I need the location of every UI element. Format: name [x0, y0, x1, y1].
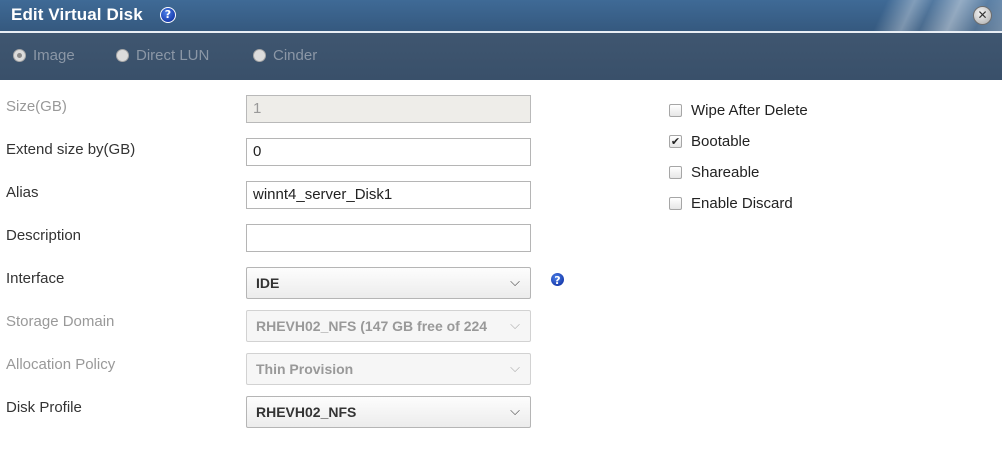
extend-size-input[interactable]: 0: [246, 138, 531, 166]
storage-domain-value: RHEVH02_NFS (147 GB free of 224: [256, 318, 488, 334]
shareable-checkbox[interactable]: [669, 166, 682, 179]
title-help-icon[interactable]: ?: [160, 7, 176, 23]
size-label: Size(GB): [6, 98, 67, 115]
disk-profile-select[interactable]: RHEVH02_NFS ⌵: [246, 396, 531, 428]
description-input[interactable]: [246, 224, 531, 252]
bootable-option[interactable]: ✔ Bootable: [669, 133, 750, 150]
disk-profile-label: Disk Profile: [6, 399, 82, 416]
alias-label: Alias: [6, 184, 39, 201]
allocation-policy-select: Thin Provision ⌵: [246, 353, 531, 385]
radio-cinder-icon: [253, 49, 266, 62]
chevron-down-icon: ⌵: [510, 318, 520, 333]
wipe-after-delete-checkbox[interactable]: [669, 104, 682, 117]
chevron-down-icon: ⌵: [510, 361, 520, 376]
alias-input[interactable]: winnt4_server_Disk1: [246, 181, 531, 209]
enable-discard-checkbox[interactable]: [669, 197, 682, 210]
wipe-after-delete-option[interactable]: Wipe After Delete: [669, 102, 808, 119]
dialog-header: Edit Virtual Disk ? ✕: [0, 0, 1002, 31]
description-label: Description: [6, 227, 82, 244]
radio-image-label: Image: [33, 47, 75, 64]
interface-value: IDE: [256, 275, 280, 291]
storage-domain-select: RHEVH02_NFS (147 GB free of 224 ⌵: [246, 310, 531, 342]
bootable-checkbox[interactable]: ✔: [669, 135, 682, 148]
bootable-label: Bootable: [691, 133, 751, 150]
interface-label: Interface: [6, 270, 65, 287]
storage-domain-label: Storage Domain: [6, 313, 115, 330]
disk-profile-value: RHEVH02_NFS: [256, 404, 357, 420]
close-button[interactable]: ✕: [973, 6, 992, 25]
extend-size-label: Extend size by(GB): [6, 141, 136, 158]
radio-image-icon: [13, 49, 26, 62]
interface-select[interactable]: IDE ⌵: [246, 267, 531, 299]
radio-image[interactable]: Image: [13, 47, 75, 64]
wipe-after-delete-label: Wipe After Delete: [691, 102, 808, 119]
interface-help-icon[interactable]: ?: [550, 272, 565, 287]
size-input: 1: [246, 95, 531, 123]
allocation-policy-value: Thin Provision: [256, 361, 354, 377]
disk-type-bar: Image Direct LUN Cinder: [0, 33, 1002, 80]
shareable-option[interactable]: Shareable: [669, 164, 759, 181]
radio-direct-lun[interactable]: Direct LUN: [116, 47, 209, 64]
chevron-down-icon: ⌵: [510, 275, 520, 290]
dialog-title: Edit Virtual Disk: [11, 5, 143, 24]
edit-virtual-disk-dialog: Edit Virtual Disk ? ✕ Image Direct LUN C…: [0, 0, 1002, 475]
enable-discard-option[interactable]: Enable Discard: [669, 195, 793, 212]
enable-discard-label: Enable Discard: [691, 195, 793, 212]
radio-cinder-label: Cinder: [273, 47, 318, 64]
radio-cinder[interactable]: Cinder: [253, 47, 317, 64]
radio-direct-lun-label: Direct LUN: [136, 47, 210, 64]
shareable-label: Shareable: [691, 164, 760, 181]
allocation-policy-label: Allocation Policy: [6, 356, 116, 373]
chevron-down-icon: ⌵: [510, 404, 520, 419]
radio-direct-lun-icon: [116, 49, 129, 62]
